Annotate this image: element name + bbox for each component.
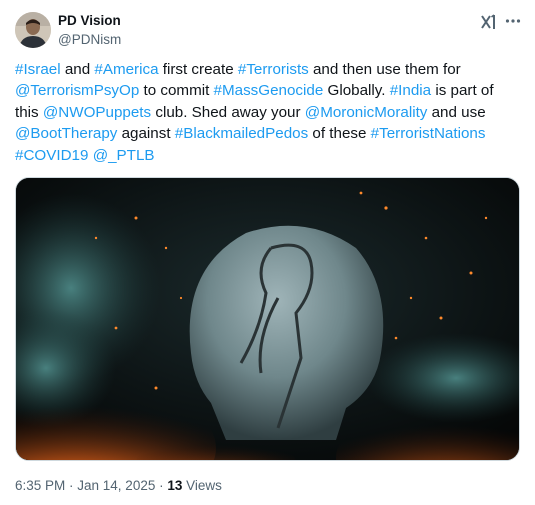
tweet-text-segment: first create <box>158 61 238 78</box>
hashtag-link[interactable]: #MassGenocide <box>214 82 324 99</box>
author-names: PD Vision @PDNism <box>58 12 121 48</box>
mention-link[interactable]: @NWOPuppets <box>43 104 151 121</box>
views-label: Views <box>182 478 222 493</box>
tweet-text-segment: of these <box>308 125 371 143</box>
avatar[interactable] <box>15 12 51 48</box>
tweet-text-segment: Globally. <box>323 82 390 100</box>
mention-link[interactable]: @MoronicMorality <box>305 104 428 121</box>
mention-link[interactable]: @_PTLB <box>93 147 155 164</box>
more-icon[interactable] <box>504 12 522 30</box>
tweet-text-segment: and <box>60 61 95 78</box>
tweet-text-segment: against <box>117 125 175 143</box>
tweet-meta: 6:35 PM · Jan 14, 2025 · 13 Views <box>15 477 222 494</box>
hashtag-link[interactable]: #TerroristNations <box>371 125 486 142</box>
tweet-text-segment: and use <box>427 103 486 121</box>
timestamp[interactable]: 6:35 PM · Jan 14, 2025 · <box>15 478 167 493</box>
tweet-media-image[interactable] <box>15 177 520 461</box>
tweet-header: PD Vision @PDNism <box>15 12 525 52</box>
tweet-text-segment: and then use them for <box>308 61 461 78</box>
handle[interactable]: @PDNism <box>58 31 121 48</box>
mention-link[interactable]: @TerrorismPsyOp <box>15 82 139 99</box>
hashtag-link[interactable]: #India <box>390 82 431 99</box>
display-name[interactable]: PD Vision <box>58 12 121 29</box>
hashtag-link[interactable]: #BlackmailedPedos <box>175 125 308 142</box>
tweet-text: #Israel and #America first create #Terro… <box>15 59 520 166</box>
tweet-text-segment: club. Shed away your <box>151 103 305 121</box>
mention-link[interactable]: @BootTherapy <box>15 125 117 142</box>
views-count: 13 <box>167 478 183 493</box>
hashtag-link[interactable]: #America <box>94 61 158 78</box>
hashtag-link[interactable]: #Israel <box>15 61 61 78</box>
hashtag-link[interactable]: #COVID19 <box>15 147 88 164</box>
grok-icon[interactable] <box>481 14 497 30</box>
hashtag-link[interactable]: #Terrorists <box>238 61 309 78</box>
tweet-text-segment: to commit <box>139 82 214 100</box>
